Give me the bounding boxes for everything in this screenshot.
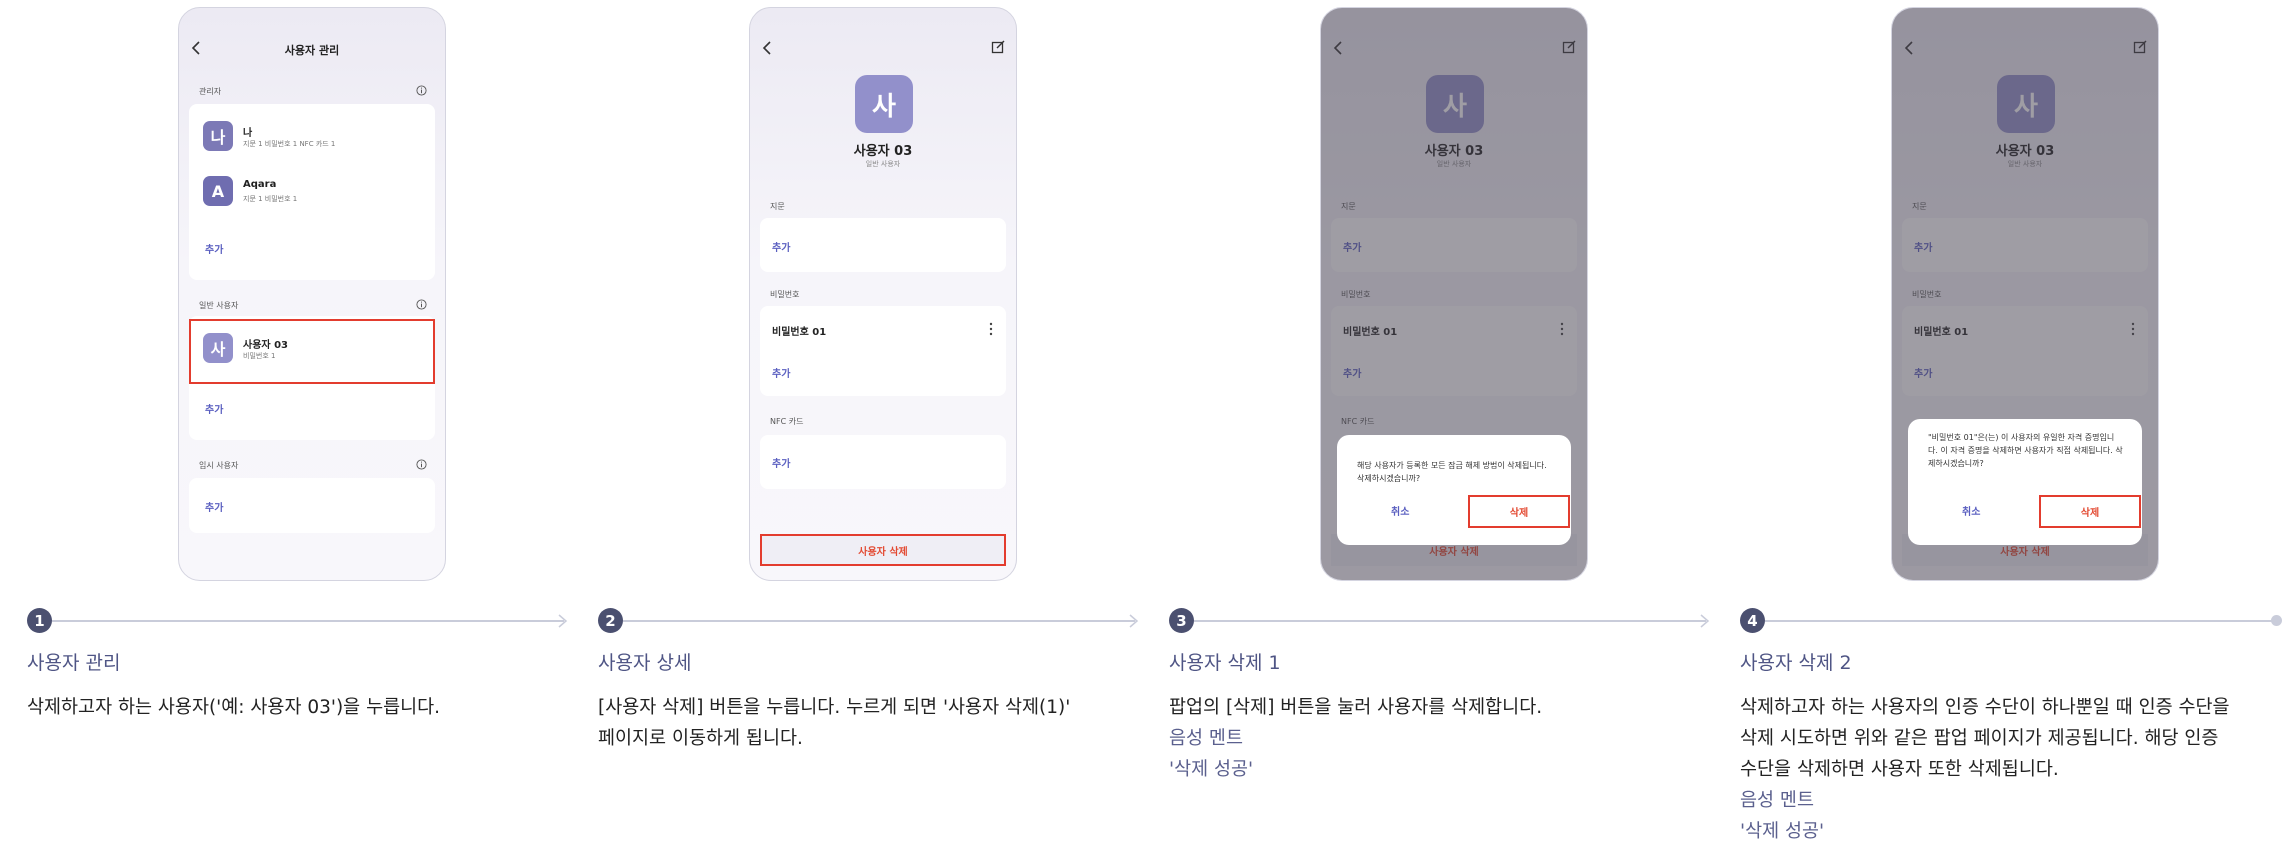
voice-label: 음성 멘트 [1169, 728, 1243, 749]
delete-user-button[interactable]: 사용자 삭제 [760, 534, 1006, 566]
step-badge-4: 4 [1740, 608, 1765, 633]
highlight-box [189, 319, 435, 384]
add-normal-user-button[interactable]: 추가 [205, 401, 223, 416]
timeline-end-dot [2271, 615, 2282, 626]
desc-line: 삭제하고자 하는 사용자의 인증 수단이 하나뿐일 때 인증 수단을 [1740, 697, 2230, 718]
password-item-name[interactable]: 비밀번호 01 [772, 323, 826, 338]
back-arrow-icon[interactable] [760, 38, 776, 58]
nfc-card [760, 435, 1006, 489]
password-card [760, 306, 1006, 396]
add-temp-user-button[interactable]: 추가 [205, 499, 223, 514]
top-bar [750, 38, 1016, 58]
section-label-temp: 임시 사용자 [199, 461, 239, 470]
user-role: 일반 사용자 [865, 160, 901, 168]
popup-cancel-button[interactable]: 취소 [1962, 503, 1980, 518]
step-description-2: [사용자 삭제] 버튼을 누릅니다. 누르게 되면 '사용자 삭제(1)' 페이… [598, 692, 1138, 754]
timeline-line [1765, 620, 2273, 622]
confirm-popup: "비밀번호 01"은(는) 이 사용자의 유일한 자격 증명입니다. 이 자격 … [1908, 419, 2142, 545]
step-title-2: 사용자 상세 [598, 652, 692, 674]
section-label-normal: 일반 사용자 [199, 301, 239, 310]
timeline-arrow-icon [1129, 614, 1139, 628]
info-icon[interactable] [416, 85, 427, 96]
user-name: 나 [243, 128, 253, 139]
avatar: 나 [203, 121, 233, 151]
desc-line: 팝업의 [삭제] 버튼을 눌러 사용자를 삭제합니다. [1169, 697, 1543, 718]
desc-line: 페이지로 이동하게 됩니다. [598, 728, 803, 749]
popup-delete-button[interactable]: 삭제 [1468, 495, 1570, 528]
section-label-nfc: NFC 카드 [770, 417, 804, 426]
step-description-4: 삭제하고자 하는 사용자의 인증 수단이 하나뿐일 때 인증 수단을 삭제 시도… [1740, 692, 2280, 844]
add-password-button[interactable]: 추가 [772, 365, 790, 380]
list-item-admin-me[interactable]: 나 나 지문 1 비밀번호 1 NFC 카드 1 [189, 116, 435, 156]
popup-message: "비밀번호 01"은(는) 이 사용자의 유일한 자격 증명입니다. 이 자격 … [1928, 433, 2123, 468]
step-badge-1: 1 [27, 608, 52, 633]
step-badge-2: 2 [598, 608, 623, 633]
popup-cancel-button[interactable]: 취소 [1391, 503, 1409, 518]
temp-user-card [189, 478, 435, 533]
section-label-admin: 관리자 [199, 87, 222, 96]
step-badge-3: 3 [1169, 608, 1194, 633]
edit-icon[interactable] [990, 38, 1006, 58]
voice-label: 음성 멘트 [1740, 790, 1814, 811]
fingerprint-card [760, 218, 1006, 272]
more-options-icon[interactable] [988, 322, 994, 336]
info-icon[interactable] [416, 459, 427, 470]
timeline-arrow-icon [558, 614, 568, 628]
desc-line: 수단을 삭제하면 사용자 또한 삭제됩니다. [1740, 759, 2059, 780]
user-name: 사용자 03 [853, 144, 913, 159]
add-admin-button[interactable]: 추가 [205, 241, 223, 256]
phone-user-management: 사용자 관리 관리자 나 나 지문 1 비밀번호 1 NFC 카드 1 A Aq… [178, 7, 446, 581]
timeline-line [1194, 620, 1706, 622]
phone-delete-user-1: 사 사용자 03 일반 사용자 지문 추가 비밀번호 비밀번호 01 추가 NF… [1320, 7, 1588, 581]
desc-line: [사용자 삭제] 버튼을 누릅니다. 누르게 되면 '사용자 삭제(1)' [598, 697, 1071, 718]
timeline-line [623, 620, 1135, 622]
voice-text: '삭제 성공' [1740, 821, 1825, 842]
list-item-admin-aqara[interactable]: A Aqara 지문 1 비밀번호 1 [189, 171, 435, 211]
add-fingerprint-button[interactable]: 추가 [772, 239, 790, 254]
phone-delete-user-2: 사 사용자 03 일반 사용자 지문 추가 비밀번호 비밀번호 01 추가 사용… [1891, 7, 2159, 581]
step-title-4: 사용자 삭제 2 [1740, 652, 1852, 674]
desc-line: 삭제하고자 하는 사용자('예: 사용자 03')을 누릅니다. [27, 697, 441, 718]
popup-message: 해당 사용자가 등록한 모든 잠금 해제 방법이 삭제됩니다. 삭제하시겠습니까… [1357, 461, 1547, 483]
popup-delete-button[interactable]: 삭제 [2039, 495, 2141, 528]
user-avatar: 사 [855, 75, 913, 133]
page-title: 사용자 관리 [284, 44, 340, 57]
user-credentials: 지문 1 비밀번호 1 [243, 195, 298, 203]
voice-text: '삭제 성공' [1169, 759, 1254, 780]
guide-page: 사용자 관리 관리자 나 나 지문 1 비밀번호 1 NFC 카드 1 A Aq… [0, 0, 2282, 844]
timeline-arrow-icon [1700, 614, 1710, 628]
add-nfc-button[interactable]: 추가 [772, 455, 790, 470]
confirm-popup: 해당 사용자가 등록한 모든 잠금 해제 방법이 삭제됩니다. 삭제하시겠습니까… [1337, 435, 1571, 545]
user-credentials: 지문 1 비밀번호 1 NFC 카드 1 [243, 140, 336, 148]
step-description-1: 삭제하고자 하는 사용자('예: 사용자 03')을 누릅니다. [27, 692, 567, 723]
top-bar: 사용자 관리 [179, 38, 445, 58]
section-label-fingerprint: 지문 [770, 202, 785, 211]
section-label-password: 비밀번호 [770, 290, 800, 299]
step-description-3: 팝업의 [삭제] 버튼을 눌러 사용자를 삭제합니다. 음성 멘트 '삭제 성공… [1169, 692, 1709, 785]
step-title-1: 사용자 관리 [27, 652, 121, 674]
user-name: Aqara [243, 179, 277, 190]
phone-user-detail: 사 사용자 03 일반 사용자 지문 추가 비밀번호 비밀번호 01 추가 NF… [749, 7, 1017, 581]
avatar: A [203, 176, 233, 206]
info-icon[interactable] [416, 299, 427, 310]
desc-line: 삭제 시도하면 위와 같은 팝업 페이지가 제공됩니다. 해당 인증 [1740, 728, 2219, 749]
step-title-3: 사용자 삭제 1 [1169, 652, 1281, 674]
timeline-line [52, 620, 564, 622]
